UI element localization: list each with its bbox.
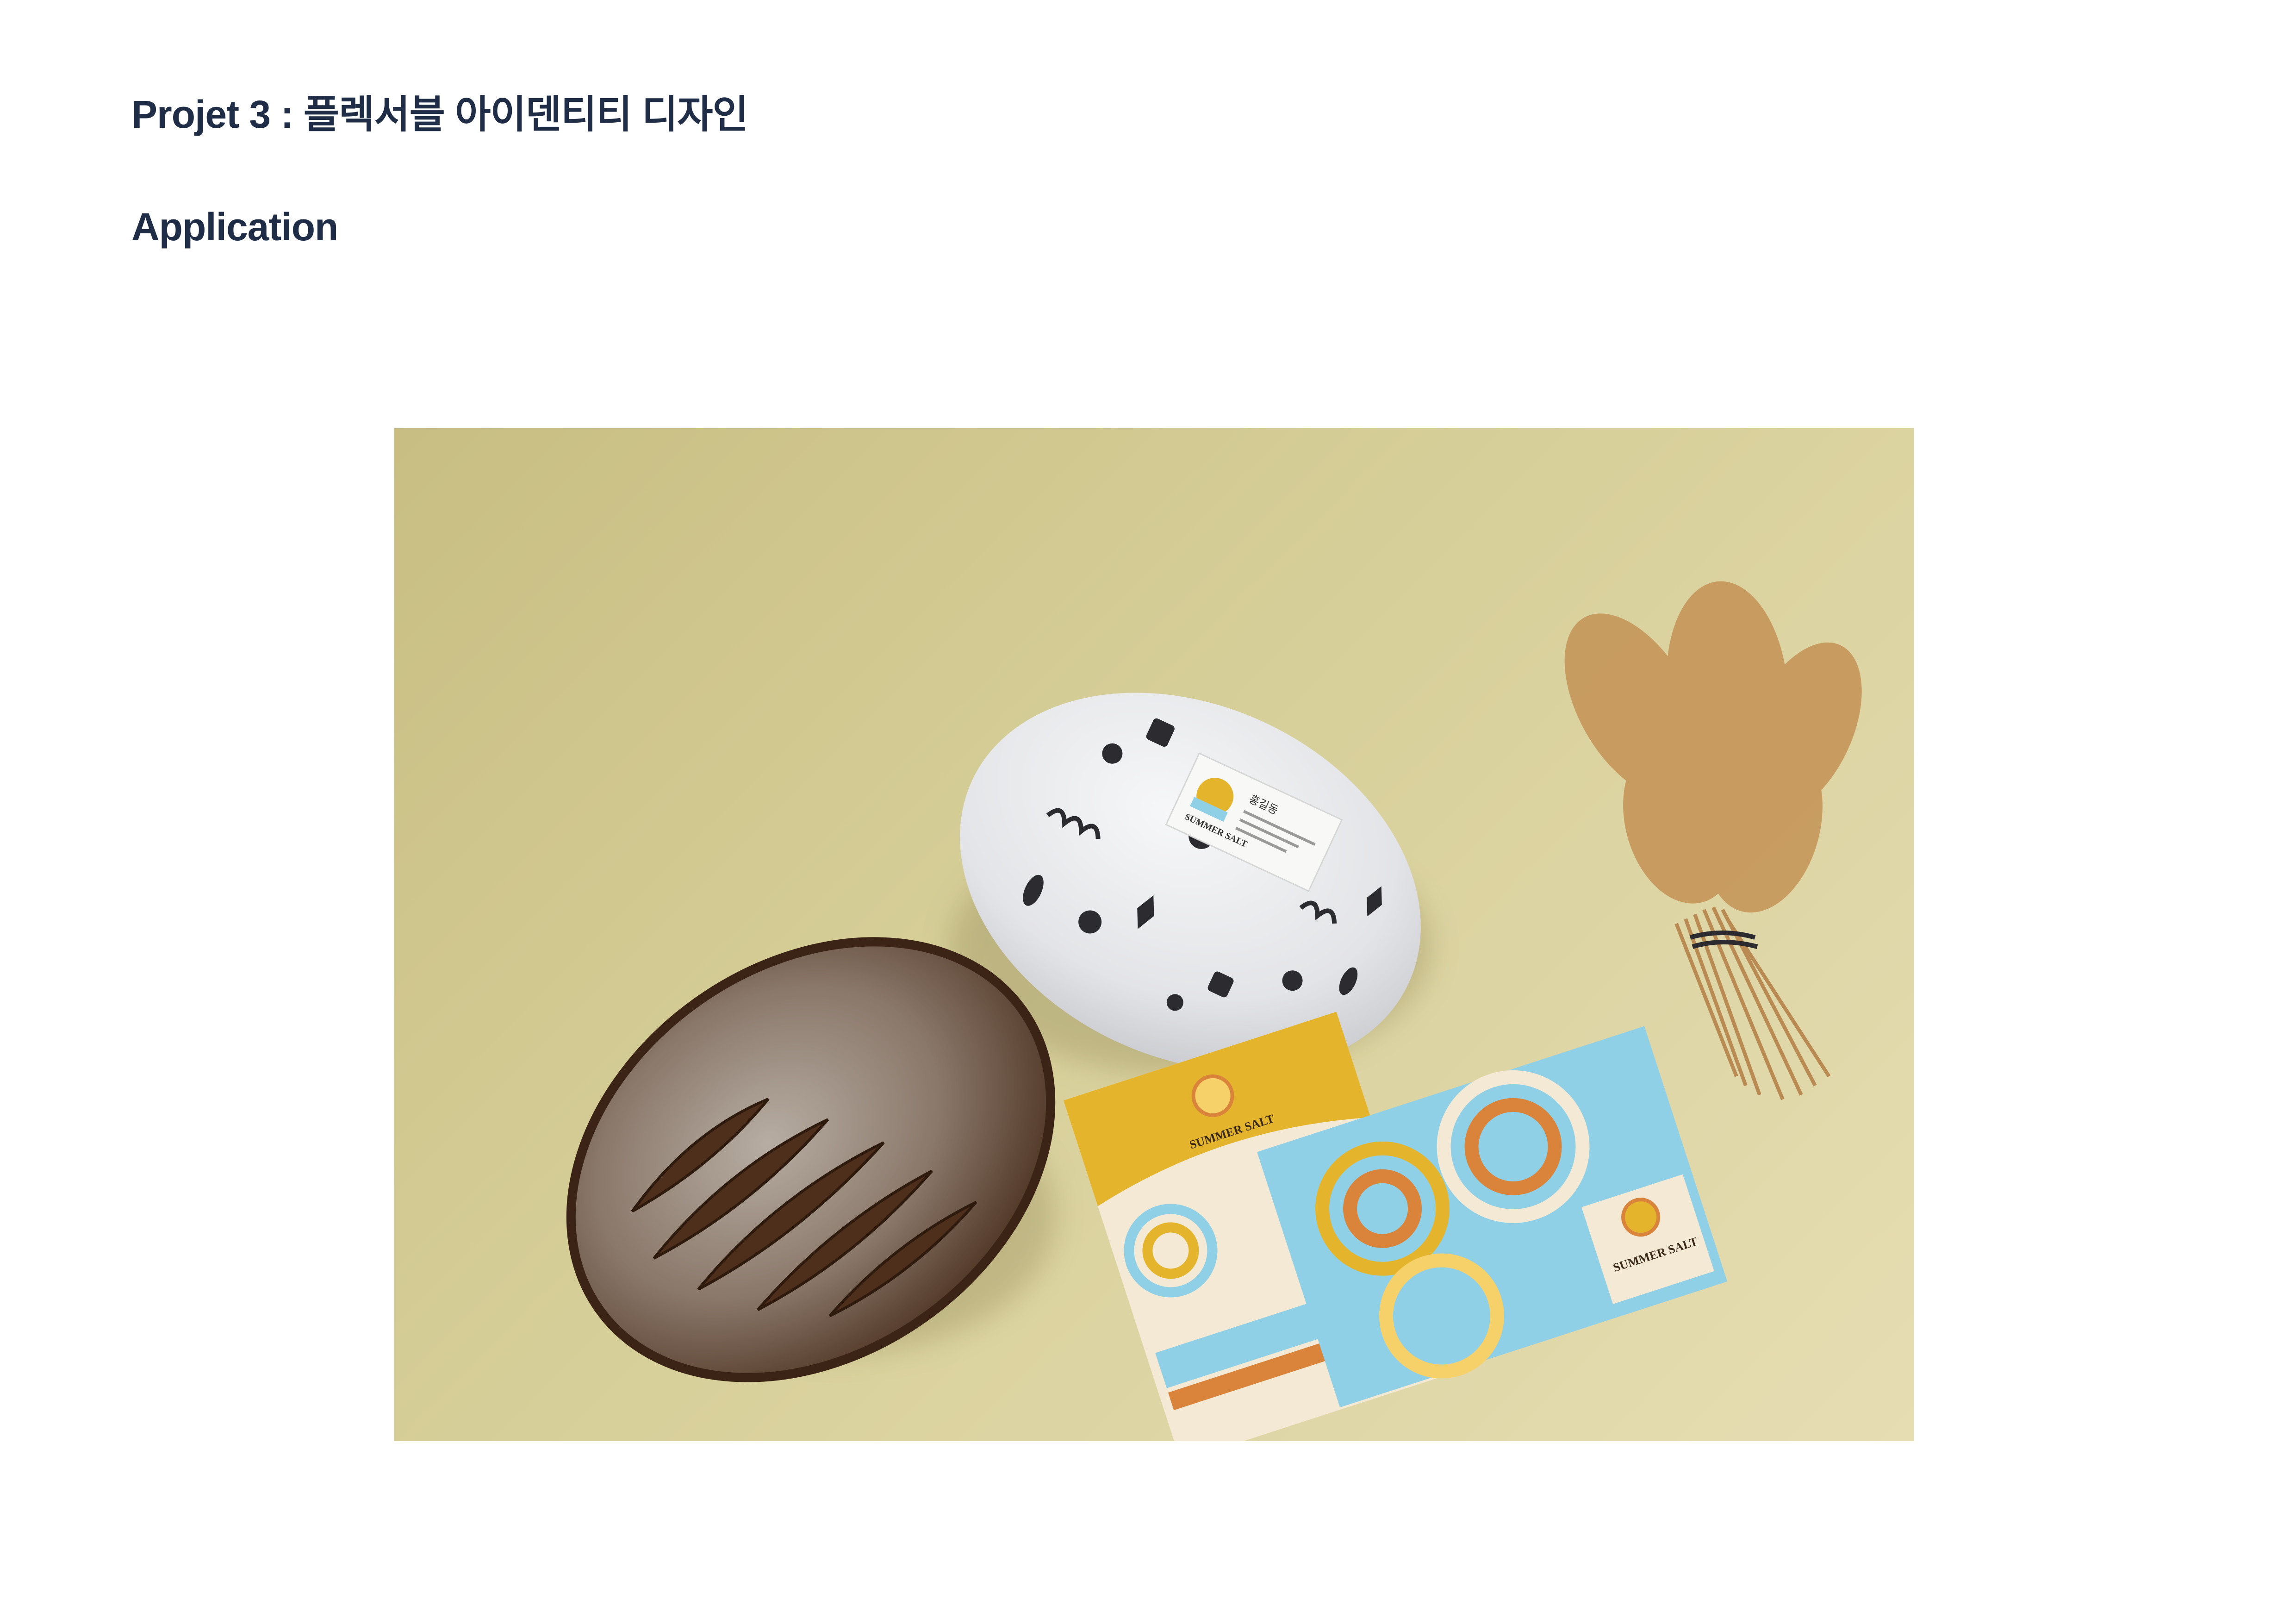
mockup-illustration: SUMMER SALT 홍길동 SUMMER SALT SUMMER SALT xyxy=(566,581,1862,1441)
wheat-heads xyxy=(1564,581,1862,913)
mockup-photo: SUMMER SALT 홍길동 SUMMER SALT SUMMER SALT xyxy=(394,428,1914,1441)
page-title: Projet 3 : 플렉서블 아이덴티티 디자인 xyxy=(131,93,748,136)
wheat-tie xyxy=(1689,931,1758,949)
section-title: Application xyxy=(131,205,338,249)
